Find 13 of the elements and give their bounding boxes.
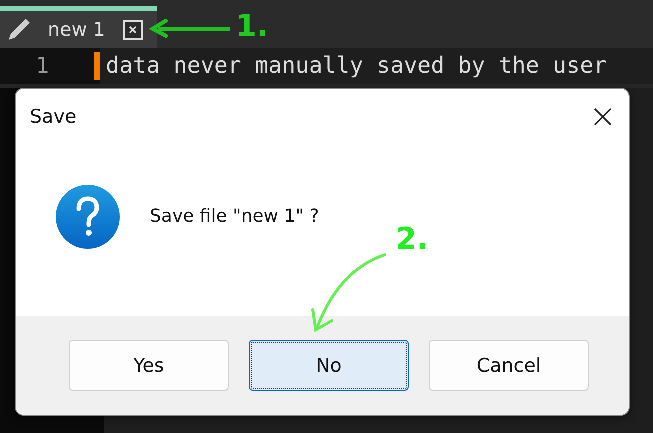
pencil-icon (6, 16, 32, 42)
dialog-button[interactable]: No (249, 340, 409, 391)
code-line: data never manually saved by the user (106, 53, 608, 79)
annotation-label: 2. (396, 222, 428, 257)
dialog-button[interactable]: Cancel (429, 340, 589, 391)
dialog-title: Save (30, 106, 77, 128)
dialog-button[interactable]: Yes (69, 340, 229, 391)
annotation-label: 1. (236, 9, 268, 44)
dialog-message: Save file "new 1" ? (150, 206, 320, 227)
question-icon (56, 184, 120, 248)
close-icon[interactable] (123, 20, 144, 40)
line-number: 1 (36, 54, 50, 78)
editor-tab[interactable]: new 1 (0, 6, 157, 48)
